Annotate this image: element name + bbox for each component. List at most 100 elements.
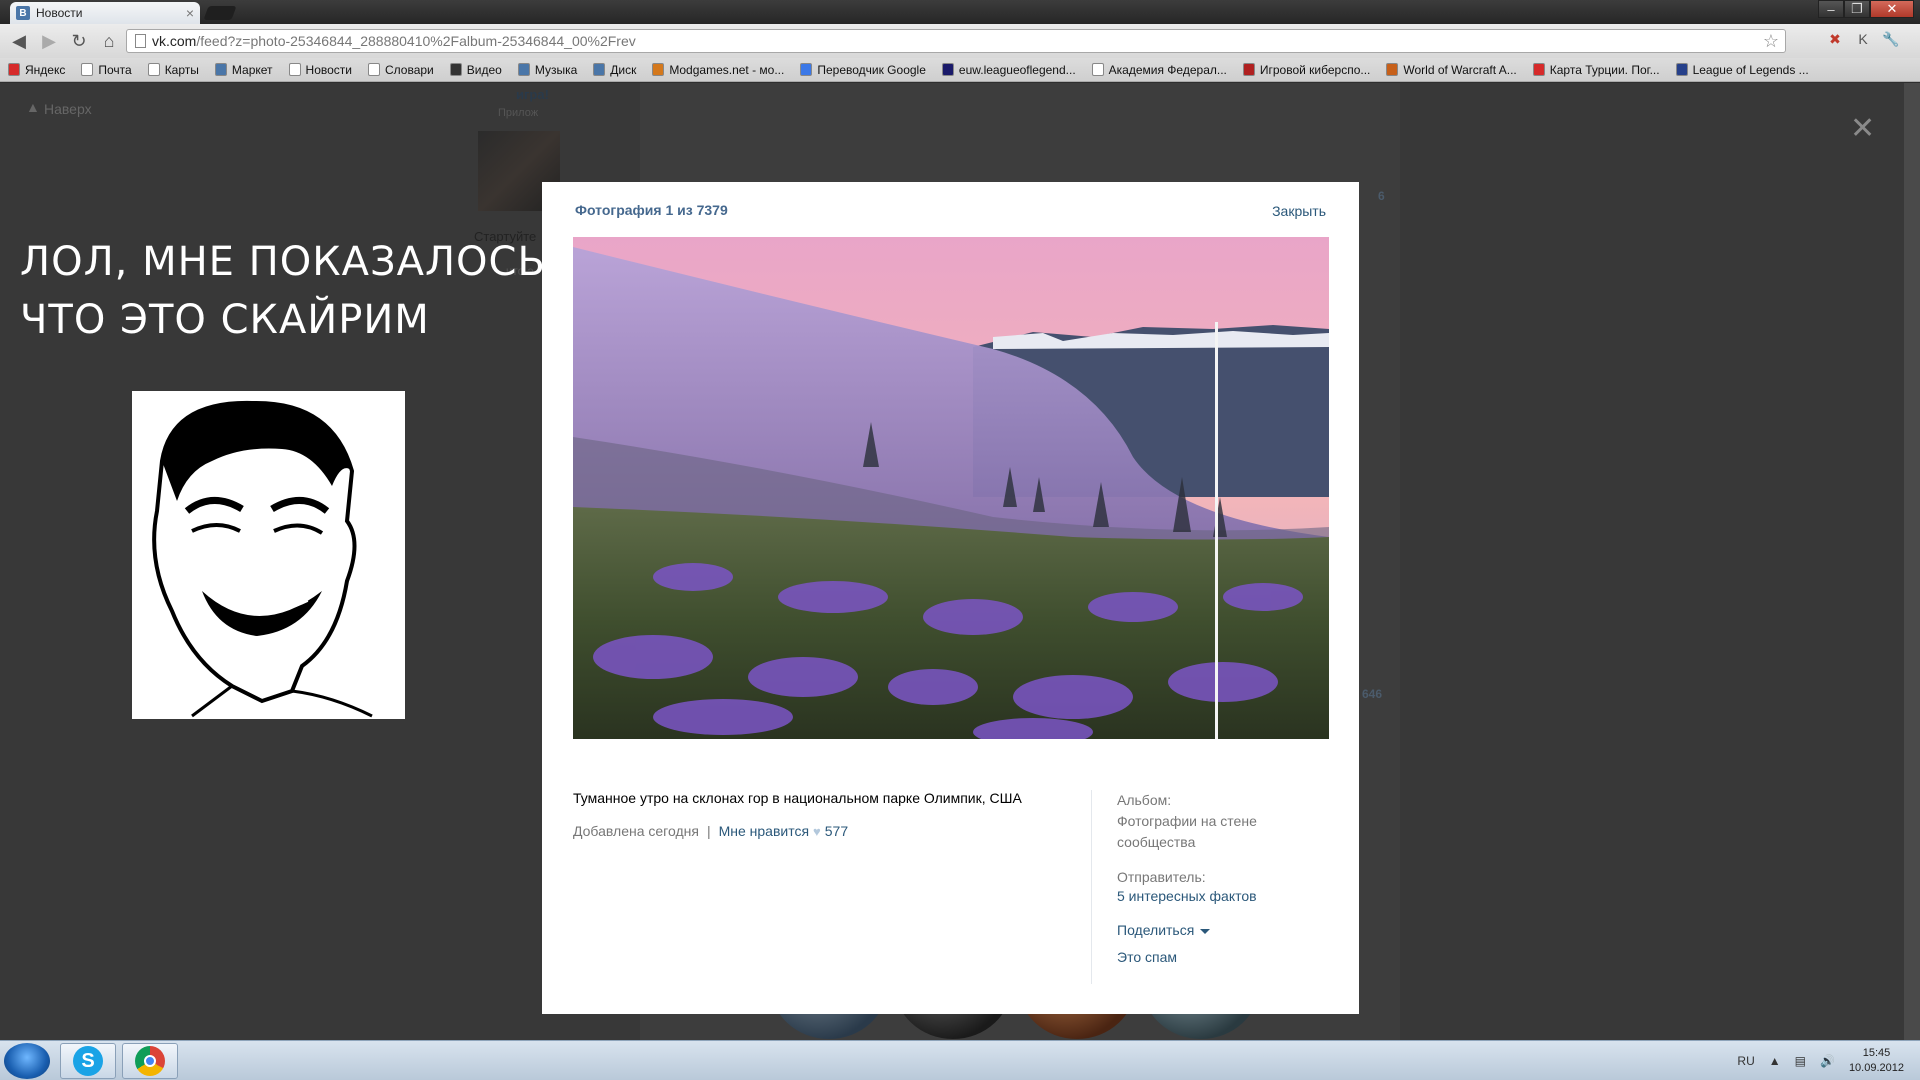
bookmark-item[interactable]: League of Legends ...: [1675, 63, 1809, 77]
address-bar[interactable]: vk.com/feed?z=photo-25346844_288880410%2…: [126, 29, 1786, 53]
bookmark-item[interactable]: Новости: [288, 63, 352, 77]
share-dropdown[interactable]: Поделиться: [1117, 920, 1211, 940]
bookmark-icon: [1532, 63, 1545, 76]
clock[interactable]: 15:45 10.09.2012: [1849, 1046, 1904, 1076]
reload-icon[interactable]: ↻: [64, 26, 94, 56]
volume-icon[interactable]: 🔊: [1820, 1054, 1835, 1068]
bookmark-icon: [517, 63, 530, 76]
tab-close-icon[interactable]: ×: [186, 5, 194, 21]
taskbar-chrome[interactable]: [122, 1043, 178, 1079]
album-name-line2[interactable]: сообщества: [1117, 832, 1195, 852]
minimize-button[interactable]: –: [1818, 0, 1844, 18]
bookmark-item[interactable]: Переводчик Google: [800, 63, 926, 77]
back-arrow-icon[interactable]: ◀: [4, 26, 34, 56]
landscape-photo[interactable]: [573, 237, 1329, 739]
bookmark-icon: [941, 63, 954, 76]
viewer-close-icon[interactable]: ✕: [1850, 111, 1875, 146]
sender-link[interactable]: 5 интересных фактов: [1117, 886, 1257, 906]
window-close-button[interactable]: ✕: [1870, 0, 1914, 18]
bookmark-item[interactable]: Яндекс: [8, 63, 65, 77]
restore-button[interactable]: ❐: [1844, 0, 1870, 18]
bookmark-item[interactable]: Modgames.net - мо...: [652, 63, 784, 77]
bg-like-count: 6: [1378, 189, 1385, 203]
bookmark-icon: [652, 63, 665, 76]
bookmark-item[interactable]: Видео: [449, 63, 502, 77]
wrench-icon[interactable]: 🔧: [1882, 30, 1900, 48]
browser-tabstrip: В Новости × – ❐ ✕: [0, 0, 1920, 24]
bookmark-icon: [367, 63, 380, 76]
like-link[interactable]: Мне нравится: [719, 823, 809, 839]
photo-meta: Добавлена сегодня | Мне нравится ♥ 577: [573, 823, 848, 839]
photo-viewer-modal: Фотография 1 из 7379 Закрыть Туманное ут…: [542, 182, 1359, 1014]
bookmark-item[interactable]: Словари: [367, 63, 434, 77]
network-icon[interactable]: ▤: [1795, 1054, 1806, 1068]
taskbar-skype[interactable]: S: [60, 1043, 116, 1079]
bookmark-icon: [147, 63, 160, 76]
page-background: ▲ Наверх игра! Прилож Стартуйте что э 6 …: [0, 83, 1920, 1040]
bookmark-icon: [214, 63, 227, 76]
photo-counter: Фотография 1 из 7379: [575, 202, 728, 218]
meme-caption: ЛОЛ, МНЕ ПОКАЗАЛОСЬ, ЧТО ЭТО СКАЙРИМ: [20, 239, 560, 343]
skype-icon: S: [73, 1046, 103, 1076]
added-date: Добавлена сегодня: [573, 823, 699, 839]
page-scrollbar[interactable]: [1904, 83, 1920, 1040]
tab-news[interactable]: В Новости ×: [10, 2, 200, 24]
sidebar-divider: [1091, 790, 1092, 984]
language-indicator[interactable]: RU: [1737, 1054, 1754, 1068]
bookmark-item[interactable]: Карта Турции. Пог...: [1532, 63, 1660, 77]
url-text: vk.com/feed?z=photo-25346844_288880410%2…: [152, 33, 636, 49]
caret-down-icon: [1200, 928, 1211, 934]
bookmark-icon: [8, 63, 20, 76]
bg-app-text: Прилож: [498, 107, 539, 119]
bookmark-item[interactable]: Маркет: [214, 63, 273, 77]
bookmark-item[interactable]: Академия Федерал...: [1091, 63, 1227, 77]
bg-like-count: 646: [1362, 687, 1383, 701]
bookmark-item[interactable]: euw.leagueoflegend...: [941, 63, 1076, 77]
bookmark-item[interactable]: Карты: [147, 63, 199, 77]
vk-favicon-icon: В: [16, 6, 30, 20]
bookmark-icon: [1675, 63, 1688, 76]
bookmarks-bar: Яндекс Почта Карты Маркет Новости Словари Виде…: [0, 58, 1920, 82]
bg-game-text: игра!: [516, 87, 549, 102]
bookmark-star-icon[interactable]: ☆: [1763, 31, 1779, 52]
bookmark-icon: [593, 63, 606, 76]
extension-icon[interactable]: ✖: [1826, 30, 1844, 48]
like-count[interactable]: 577: [825, 823, 848, 839]
bookmark-icon: [1386, 63, 1399, 76]
home-icon[interactable]: ⌂: [94, 26, 124, 56]
bookmark-item[interactable]: Почта: [81, 63, 132, 77]
page-icon: [135, 34, 146, 48]
heart-icon[interactable]: ♥: [813, 824, 821, 839]
album-name-line1[interactable]: Фотографии на стене: [1117, 811, 1257, 831]
forward-arrow-icon[interactable]: ▶: [34, 26, 64, 56]
photo-caption: Туманное утро на склонах гор в националь…: [573, 790, 1022, 806]
bookmark-icon: [449, 63, 462, 76]
back-to-top-link[interactable]: ▲ Наверх: [20, 99, 92, 117]
bookmark-icon: [1091, 63, 1104, 76]
bookmark-item[interactable]: World of Warcraft A...: [1386, 63, 1517, 77]
window-controls: – ❐ ✕: [1818, 0, 1914, 18]
extension-icon[interactable]: K: [1854, 30, 1872, 48]
start-button[interactable]: [4, 1043, 50, 1079]
bookmark-item[interactable]: Игровой киберспо...: [1242, 63, 1370, 77]
tab-title: Новости: [36, 6, 83, 20]
close-link[interactable]: Закрыть: [1272, 203, 1326, 219]
new-tab-button[interactable]: [203, 6, 237, 20]
tray-expand-icon[interactable]: ▲: [1769, 1054, 1781, 1068]
extension-icons: ✖ K 🔧: [1826, 30, 1900, 48]
bookmark-icon: [288, 63, 301, 76]
up-arrow-icon: ▲: [26, 99, 40, 115]
report-spam-link[interactable]: Это спам: [1117, 947, 1177, 967]
bookmark-item[interactable]: Диск: [593, 63, 636, 77]
album-label: Альбом:: [1117, 792, 1172, 808]
chrome-icon: [135, 1046, 165, 1076]
browser-toolbar: ◀ ▶ ↻ ⌂ vk.com/feed?z=photo-25346844_288…: [0, 24, 1920, 58]
bookmark-icon: [800, 63, 813, 76]
bookmark-icon: [81, 63, 94, 76]
windows-taskbar: S RU ▲ ▤ 🔊 15:45 10.09.2012: [0, 1040, 1920, 1080]
bookmark-item[interactable]: Музыка: [517, 63, 577, 77]
system-tray: RU ▲ ▤ 🔊 15:45 10.09.2012: [1737, 1041, 1904, 1080]
meta-separator: |: [706, 823, 711, 839]
meme-face-image: [132, 391, 405, 719]
sender-label: Отправитель:: [1117, 869, 1206, 885]
